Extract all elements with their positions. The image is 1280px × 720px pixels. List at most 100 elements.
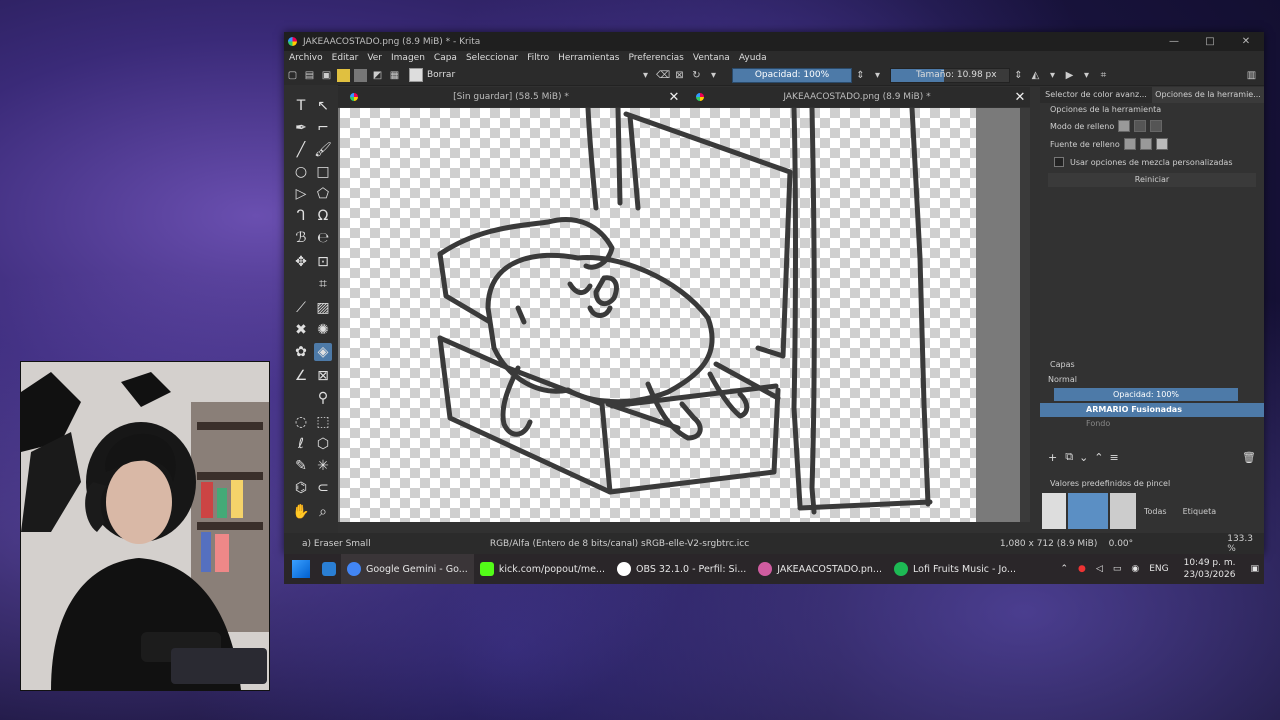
contiguous-select-icon[interactable]: ✎ [292, 457, 310, 475]
layer-properties-icon[interactable]: ≡ [1110, 451, 1119, 464]
preset-thumb[interactable] [1042, 493, 1066, 529]
chevron-down-icon[interactable]: ▾ [639, 69, 652, 82]
menu-imagen[interactable]: Imagen [391, 53, 425, 63]
open-folder-icon[interactable]: ▤ [303, 69, 316, 82]
rect-select-icon[interactable]: ⬚ [314, 413, 332, 431]
polyline-tool-icon[interactable]: ▷ [292, 185, 310, 203]
save-icon[interactable]: ▣ [320, 69, 333, 82]
menu-seleccionar[interactable]: Seleccionar [466, 53, 518, 63]
line-tool-icon[interactable]: ╱ [292, 141, 310, 159]
gradient-icon[interactable]: ◩ [371, 69, 384, 82]
chevron-down-icon[interactable]: ▾ [707, 69, 720, 82]
brush-preset-name[interactable]: Borrar [427, 70, 637, 80]
preset-thumb-selected[interactable] [1068, 493, 1108, 529]
custom-blend-checkbox[interactable] [1054, 157, 1064, 167]
magic-wand-icon[interactable]: ✳ [314, 457, 332, 475]
taskbar-item-spotify[interactable]: Lofi Fruits Music - Jo... [888, 554, 1022, 584]
delete-layer-icon[interactable]: 🗑 [1242, 451, 1256, 464]
vscode-icon[interactable] [322, 562, 336, 576]
gradient-tool-icon[interactable]: ▨ [314, 299, 332, 317]
calligraphy-icon[interactable]: ✒ [292, 119, 310, 137]
crop-tool-icon[interactable]: ⌗ [314, 275, 332, 293]
menu-editar[interactable]: Editar [332, 53, 359, 63]
opacity-slider[interactable]: Opacidad: 100% [732, 67, 852, 83]
magnetic-select-icon[interactable]: ⊂ [314, 479, 332, 497]
ellipse-select-icon[interactable]: ◌ [292, 413, 310, 431]
rectangle-tool-icon[interactable]: □ [314, 163, 332, 181]
custom-blend-row[interactable]: Usar opciones de mezcla personalizadas [1040, 153, 1264, 171]
edit-shapes-icon[interactable]: ⌐ [314, 119, 332, 137]
new-document-icon[interactable]: ▢ [286, 69, 299, 82]
duplicate-layer-icon[interactable]: ⧉ [1065, 450, 1073, 464]
taskbar-item-kick[interactable]: kick.com/popout/me... [474, 554, 611, 584]
fill-similar-icon[interactable] [1118, 120, 1131, 132]
bezier-select-icon[interactable]: ⌬ [292, 479, 310, 497]
preset-thumb[interactable] [1110, 493, 1136, 529]
tab-advanced-color-selector[interactable]: Selector de color avanz... [1040, 87, 1152, 103]
wrap-around-icon[interactable]: ⌗ [1097, 69, 1110, 82]
tab-sin-guardar[interactable]: [Sin guardar] (58.5 MiB) * ✕ [338, 87, 684, 107]
assistant-tool-icon[interactable]: ⊠ [314, 367, 332, 385]
chevron-down-icon[interactable]: ▾ [1046, 69, 1059, 82]
workspace-icon[interactable]: ▥ [1245, 69, 1258, 82]
move-up-icon[interactable]: ⌃ [1094, 451, 1103, 464]
move-down-icon[interactable]: ⌄ [1079, 451, 1088, 464]
layer-row-selected[interactable]: ARMARIO Fusionadas [1040, 403, 1264, 417]
menu-herramientas[interactable]: Herramientas [558, 53, 619, 63]
polygon-tool-icon[interactable]: ⬠ [314, 185, 332, 203]
tab-jakeaacostado[interactable]: JAKEAACOSTADO.png (8.9 MiB) * ✕ [684, 87, 1030, 107]
maximize-button[interactable]: □ [1192, 36, 1228, 47]
taskbar-item-obs[interactable]: OBS 32.1.0 - Perfil: Si... [611, 554, 752, 584]
measure-tool-icon[interactable]: ∠ [292, 367, 310, 385]
reset-button[interactable]: Reiniciar [1048, 173, 1256, 187]
fill-bg-color-icon[interactable] [1139, 138, 1152, 150]
taskbar-item-gemini[interactable]: Google Gemini - Go... [341, 554, 474, 584]
bezier-tool-icon[interactable]: ᒉ [292, 207, 310, 225]
fill-enclosed-icon[interactable] [1150, 120, 1163, 132]
transform-tool-icon[interactable]: ⊡ [314, 253, 332, 271]
mirror-vertical-icon[interactable]: ▶ [1063, 69, 1076, 82]
menu-ver[interactable]: Ver [367, 53, 382, 63]
select-shapes-icon[interactable]: ↖ [314, 97, 332, 115]
enclose-fill-icon[interactable]: ✿ [292, 343, 310, 361]
blend-mode-select[interactable]: Normal [1040, 372, 1264, 386]
status-zoom[interactable]: 133.3 % [1227, 534, 1264, 554]
stepper-icon[interactable]: ⇕ [854, 69, 867, 82]
ellipse-tool-icon[interactable]: ○ [292, 163, 310, 181]
color-picker-icon[interactable]: ⟋ [292, 299, 310, 317]
tab-tool-options[interactable]: Opciones de la herramie... [1152, 87, 1264, 103]
text-tool-icon[interactable]: T [292, 97, 310, 115]
polygon-select-icon[interactable]: ⬡ [314, 435, 332, 453]
minimize-button[interactable]: — [1156, 36, 1192, 47]
microphone-icon[interactable]: ● [1078, 564, 1086, 574]
brush-preset-icon[interactable] [409, 68, 423, 82]
size-slider[interactable]: Tamaño: 10.98 px [890, 67, 1010, 83]
fill-tool-icon[interactable]: ◈ [314, 343, 332, 361]
chevron-down-icon[interactable]: ▾ [1080, 69, 1093, 82]
eraser-mode-icon[interactable]: ⌫ [656, 69, 670, 82]
multibrush-icon[interactable]: ℮ [314, 229, 332, 247]
close-button[interactable]: ✕ [1228, 36, 1264, 47]
clock[interactable]: 10:49 p. m. 23/03/2026 [1179, 557, 1241, 581]
close-icon[interactable]: ✕ [664, 90, 684, 105]
stepper-icon[interactable]: ⇕ [1012, 69, 1025, 82]
menu-capa[interactable]: Capa [434, 53, 457, 63]
colorize-mask-icon[interactable]: ✺ [314, 321, 332, 339]
brush-tool-icon[interactable]: 🖌 [314, 141, 332, 159]
smart-patch-icon[interactable]: ✖ [292, 321, 310, 339]
dynamic-brush-icon[interactable]: ℬ [292, 229, 310, 247]
layer-opacity-slider[interactable]: Opacidad: 100% [1054, 388, 1238, 401]
tray-expand-icon[interactable]: ⌃ [1061, 564, 1069, 574]
filter-select[interactable]: Todas [1144, 507, 1167, 516]
layer-row[interactable]: Fondo [1040, 417, 1264, 431]
menu-ayuda[interactable]: Ayuda [739, 53, 767, 63]
language-indicator[interactable]: ENG [1149, 564, 1168, 574]
pan-tool-icon[interactable]: ✋ [292, 503, 310, 521]
chevron-down-icon[interactable]: ▾ [871, 69, 884, 82]
background-color-swatch[interactable] [354, 68, 367, 82]
reload-preset-icon[interactable]: ↻ [690, 69, 703, 82]
volume-icon[interactable]: ◁ [1096, 564, 1103, 574]
pattern-icon[interactable]: ▦ [388, 69, 401, 82]
menu-preferencias[interactable]: Preferencias [628, 53, 683, 63]
fill-pattern-icon[interactable] [1155, 138, 1168, 150]
